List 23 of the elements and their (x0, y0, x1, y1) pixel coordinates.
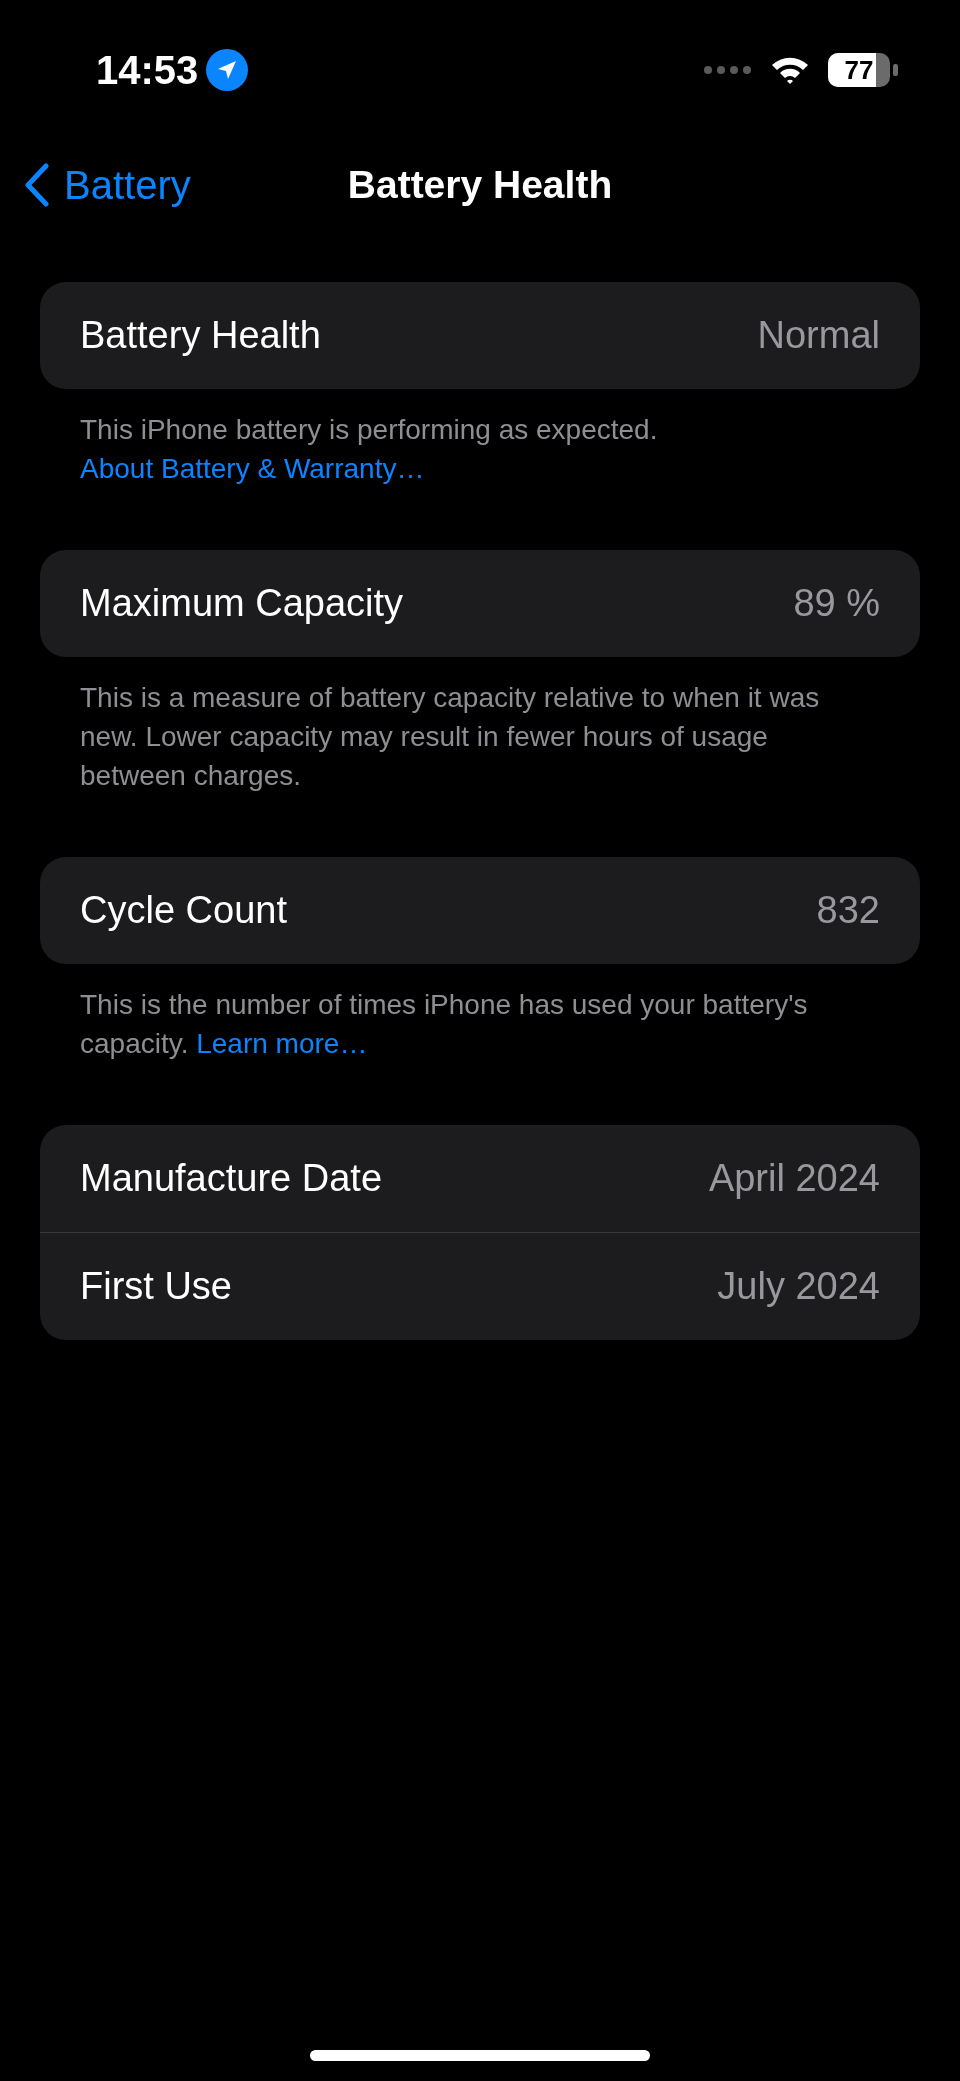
row-label: Battery Health (80, 314, 321, 357)
row-label: Manufacture Date (80, 1157, 383, 1200)
row-label: Cycle Count (80, 889, 287, 932)
signal-dots-icon (704, 66, 752, 74)
footer-note: This iPhone battery is performing as expected. About Battery & Warranty… (79, 413, 659, 486)
row-value: July 2024 (717, 1265, 880, 1308)
wifi-icon (770, 55, 810, 85)
chevron-left-icon (24, 163, 50, 207)
back-button[interactable]: Battery (24, 162, 191, 208)
battery-cap-icon (893, 64, 898, 76)
row-value: 832 (816, 889, 880, 932)
footer-link[interactable]: Learn more… (196, 1028, 368, 1059)
footer-note: This is a measure of battery capacity relative to when it was new. Lower capacity may result in fewer hours of usage between charges. (79, 681, 821, 793)
page-title: Battery Health (347, 163, 613, 207)
row-value: April 2024 (708, 1157, 880, 1200)
clock-time: 14:53 (96, 47, 199, 93)
footer-link[interactable]: About Battery & Warranty… (80, 453, 425, 484)
footer-note: This is the number of times iPhone has used your battery's capacity. Learn more… (79, 988, 809, 1061)
row-label: First Use (80, 1265, 232, 1308)
row-value: Normal (757, 314, 880, 357)
row-value: 89 % (793, 582, 880, 625)
battery-indicator: 77 (828, 53, 890, 87)
row-label: Maximum Capacity (80, 582, 404, 625)
